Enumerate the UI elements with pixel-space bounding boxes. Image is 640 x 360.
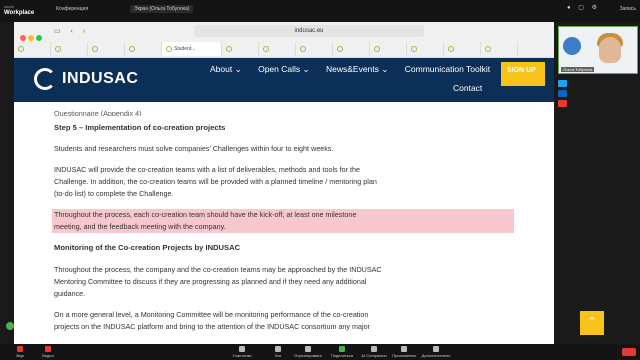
shared-browser-window: ▭ ‹ › indusac.eu Student... INDUSAC Abou… (14, 22, 554, 344)
paragraph: Throughout the process, the company and … (54, 265, 382, 298)
zoom-logo: zoom Workplace (4, 4, 34, 16)
site-logo[interactable]: INDUSAC (34, 68, 138, 90)
participant-face (599, 37, 621, 63)
tab[interactable] (125, 42, 162, 56)
tab[interactable] (259, 42, 296, 56)
tab-active[interactable]: Student... (162, 42, 222, 56)
favicon-icon (374, 46, 380, 52)
end-meeting-button[interactable] (622, 348, 636, 356)
favicon-icon (448, 46, 454, 52)
highlighted-paragraph[interactable]: Throughout the process, each co-creation… (52, 209, 514, 233)
conference-label[interactable]: Конференция (56, 6, 88, 12)
tab[interactable] (51, 42, 88, 56)
menu-item-news-events[interactable]: News&Events ⌄ (326, 64, 388, 74)
youtube-icon[interactable] (558, 100, 567, 107)
paragraph: Students and researchers must solve comp… (54, 144, 334, 153)
site-header: INDUSAC About ⌄ Open Calls ⌄ News&Events… (14, 58, 554, 102)
participants-button[interactable]: Участники (222, 346, 262, 358)
menu-item-communication-toolkit[interactable]: Communication Toolkit (405, 64, 490, 74)
logo-text: INDUSAC (62, 70, 139, 87)
paragraph: On a more general level, a Monitoring Co… (54, 310, 370, 331)
tab[interactable] (296, 42, 333, 56)
indusac-logo-icon (34, 68, 56, 90)
linkedin-icon[interactable] (558, 90, 567, 97)
recording-status: Запись (619, 6, 636, 12)
zoom-status-icons: ● ▢ ⚙ (566, 5, 600, 11)
video-button[interactable]: Видео (28, 346, 68, 358)
zoom-top-bar: zoom Workplace Конференция Экран (Ольга … (0, 0, 640, 22)
favicon-icon (226, 46, 232, 52)
camera-icon (45, 346, 51, 352)
tab[interactable] (333, 42, 370, 56)
tab[interactable] (222, 42, 259, 56)
reaction-icon (305, 346, 311, 352)
ai-icon (371, 346, 377, 352)
article-content: Questionnaire (Appendix 4) Step 5 – Impl… (14, 102, 554, 333)
step5-heading: Step 5 – Implementation of co-creation p… (54, 123, 226, 132)
favicon-icon (263, 46, 269, 52)
apps-icon (401, 346, 407, 352)
favicon-icon (55, 46, 61, 52)
microphone-icon (17, 346, 23, 352)
signup-button[interactable]: SIGN UP (501, 62, 545, 86)
participant-video-tile[interactable]: Ольга Тобулока (558, 26, 638, 74)
zoom-toolbar: Звук Видео Участники Чат Отреагировать П… (0, 344, 640, 360)
menu-item-contact[interactable]: Contact (453, 83, 482, 93)
cut-off-text: Questionnaire (Appendix 4) (54, 109, 142, 116)
participants-icon (239, 346, 245, 352)
chat-icon (275, 346, 281, 352)
menu-item-open-calls[interactable]: Open Calls ⌄ (258, 64, 310, 74)
tab-strip: Student... (14, 41, 554, 57)
favicon-icon (337, 46, 343, 52)
favicon-icon (18, 46, 24, 52)
tab[interactable] (407, 42, 444, 56)
share-screen-icon (339, 346, 345, 352)
favicon-icon (411, 46, 417, 52)
favicon-icon (92, 46, 98, 52)
favicon-icon (485, 46, 491, 52)
monitoring-heading: Monitoring of the Co-creation Projects b… (54, 243, 241, 252)
menu-item-about[interactable]: About ⌄ (210, 64, 242, 74)
twitter-icon[interactable] (558, 80, 567, 87)
paragraph: INDUSAC will provide the co-creation tea… (54, 165, 377, 198)
security-icon[interactable] (6, 322, 14, 330)
more-icon (433, 346, 439, 352)
tab[interactable] (444, 42, 481, 56)
more-button[interactable]: Дополнительно (416, 346, 456, 358)
tab[interactable] (481, 42, 518, 56)
social-icons (558, 80, 568, 110)
address-bar[interactable]: indusac.eu (194, 25, 424, 37)
favicon-icon (166, 46, 172, 52)
tab[interactable] (14, 42, 51, 56)
scroll-top-button[interactable]: ⌃ (580, 311, 604, 335)
background-logo-icon (563, 37, 581, 55)
favicon-icon (300, 46, 306, 52)
browser-chrome: ▭ ‹ › indusac.eu Student... (14, 22, 554, 58)
participant-name: Ольга Тобулока (561, 67, 595, 72)
share-indicator[interactable]: Экран (Ольга Тобулока) (130, 5, 194, 13)
favicon-icon (129, 46, 135, 52)
nav-icons[interactable]: ▭ ‹ › (54, 27, 89, 35)
tab[interactable] (370, 42, 407, 56)
tab[interactable] (88, 42, 125, 56)
main-menu: About ⌄ Open Calls ⌄ News&Events ⌄ Commu… (210, 64, 504, 75)
zoom-logo-line2: Workplace (4, 10, 35, 16)
